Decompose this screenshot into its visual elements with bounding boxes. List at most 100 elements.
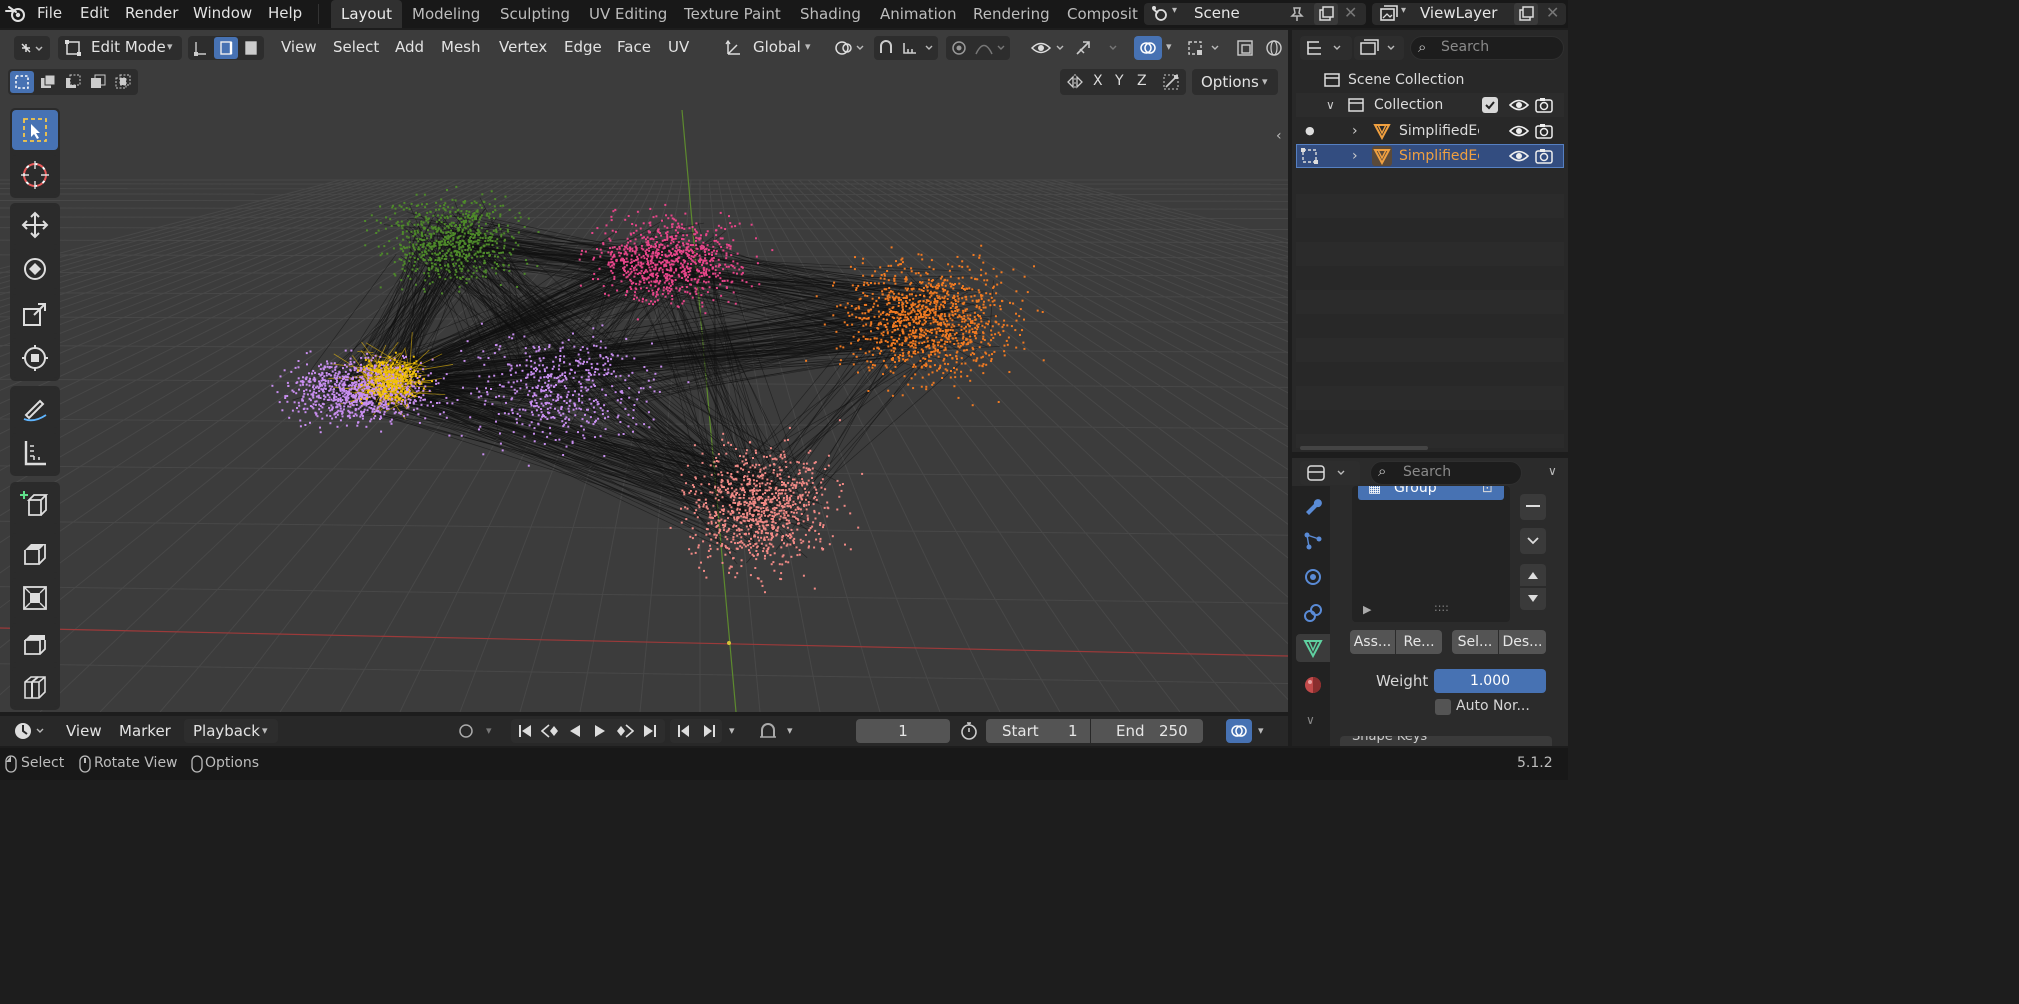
outliner-object-row-selected[interactable]: › SimplifiedEc [1296,144,1564,168]
tool-scale[interactable] [12,294,58,334]
tab-shading[interactable]: Shading [790,0,871,28]
tool-cursor[interactable] [12,155,58,195]
tool-inset[interactable] [12,578,58,618]
outliner-scene-collection[interactable]: Scene Collection [1296,68,1564,92]
prev-frame-icon[interactable] [672,720,696,742]
proportional-editing-icon[interactable] [946,36,1010,60]
tool-extrude[interactable] [12,533,58,573]
axis-x-toggle[interactable]: X [1093,73,1103,89]
tab-rendering[interactable]: Rendering [963,0,1060,28]
axis-y-toggle[interactable]: Y [1115,73,1124,89]
eye-icon[interactable] [1508,146,1530,166]
chevron-down-icon[interactable]: ∨ [1548,464,1557,478]
outliner-object-row[interactable]: ● › SimplifiedEc [1296,119,1564,143]
view-layer-name[interactable]: ViewLayer [1420,4,1497,22]
menu-vertex[interactable]: Vertex [499,38,547,56]
tool-bevel[interactable] [12,623,58,663]
tool-annotate[interactable] [12,388,58,428]
resize-grip-icon[interactable]: :::: [1434,601,1449,614]
vertex-group-item[interactable]: ▦ Group ⊡ [1358,486,1504,500]
eye-icon[interactable] [1508,95,1530,115]
chevron-right-icon[interactable]: › [1352,144,1358,168]
select-button[interactable]: Sel... [1452,630,1498,654]
particles-icon[interactable] [1300,528,1326,554]
menu-uv[interactable]: UV [668,38,689,56]
tool-measure[interactable] [12,433,58,473]
chevron-down-icon[interactable]: ▾ [729,724,735,737]
jump-start-icon[interactable] [513,720,537,742]
tab-animation[interactable]: Animation [870,0,966,28]
tab-texture-paint[interactable]: Texture Paint [674,0,791,28]
menu-face[interactable]: Face [617,38,651,56]
menu-render[interactable]: Render [125,4,178,22]
gizmo-icon[interactable] [1074,37,1122,59]
wireframe-shading-icon[interactable] [1262,37,1286,59]
menu-help[interactable]: Help [268,4,302,22]
stopwatch-icon[interactable] [958,720,980,742]
pin-icon[interactable] [1288,4,1306,24]
play-reverse-icon[interactable] [563,720,587,742]
overlays-icon[interactable] [1134,36,1162,60]
new-view-layer-icon[interactable] [1514,3,1538,25]
camera-icon[interactable] [1533,121,1555,141]
camera-icon[interactable] [1533,146,1555,166]
blender-logo-icon[interactable] [4,4,28,24]
menu-add[interactable]: Add [395,38,424,56]
tool-add-cube[interactable] [12,484,58,524]
timeline-menu-view[interactable]: View [66,722,102,740]
outliner-collection[interactable]: ∨ Collection [1296,93,1564,117]
jump-end-icon[interactable] [638,720,662,742]
xray-icon[interactable] [1234,37,1256,59]
menu-window[interactable]: Window [193,4,252,22]
auto-keying-icon[interactable] [756,720,780,742]
camera-icon[interactable] [1533,95,1555,115]
remove-group-icon[interactable] [1520,494,1546,520]
deselect-button[interactable]: Des... [1499,630,1546,654]
shape-keys-panel-header[interactable]: Shape Keys [1340,736,1552,746]
select-extend-icon[interactable] [36,71,60,93]
wrench-icon[interactable] [1300,492,1326,518]
vertex-group-list[interactable] [1352,486,1510,622]
lock-icon[interactable]: ⊡ [1482,486,1493,496]
close-icon[interactable]: ✕ [1344,3,1357,22]
menu-file[interactable]: File [37,4,62,22]
chevron-down-icon[interactable]: ▾ [787,724,793,737]
pivot-point-icon[interactable] [832,37,868,59]
timeline-overlays-icon[interactable] [1226,719,1252,743]
menu-view[interactable]: View [281,38,317,56]
keyframe-record-icon[interactable] [455,721,477,741]
viewport-scene[interactable] [0,30,1288,712]
next-frame-icon[interactable] [697,720,721,742]
move-down-icon[interactable] [1520,588,1546,610]
eye-icon[interactable] [1508,121,1530,141]
select-new-icon[interactable] [10,71,34,93]
jump-keyframe-back-icon[interactable] [538,720,562,742]
tab-sculpting[interactable]: Sculpting [490,0,580,28]
remove-button[interactable]: Re... [1396,630,1442,654]
chevron-down-icon[interactable]: ∨ [1306,713,1315,727]
edge-select-icon[interactable] [214,37,238,59]
timeline-editor-icon[interactable] [12,719,48,743]
mirror-icon[interactable] [1064,72,1086,92]
play-icon[interactable] [588,720,612,742]
close-icon[interactable]: ✕ [1546,3,1559,22]
menu-edit[interactable]: Edit [80,4,109,22]
face-select-icon[interactable] [239,37,263,59]
auto-merge-icon[interactable] [1160,72,1182,92]
select-subtract-icon[interactable] [61,71,85,93]
weight-slider[interactable]: 1.000 [1434,669,1546,693]
snap-icon[interactable] [874,36,938,60]
axis-z-toggle[interactable]: Z [1137,73,1147,89]
play-icon[interactable]: ▶ [1363,603,1371,616]
editor-type-icon[interactable] [14,36,50,60]
constraints-icon[interactable] [1300,600,1326,626]
outliner-scrollbar[interactable] [1300,446,1428,450]
current-frame-field[interactable]: 1 [856,719,950,743]
physics-icon[interactable] [1300,564,1326,590]
sidebar-toggle-icon[interactable]: ‹ [1276,128,1282,144]
mesh-edit-overlay-icon[interactable] [1186,37,1226,59]
group-specials-icon[interactable] [1520,528,1546,554]
menu-edge[interactable]: Edge [564,38,602,56]
new-scene-icon[interactable] [1314,3,1338,25]
chevron-right-icon[interactable]: › [1352,119,1358,143]
